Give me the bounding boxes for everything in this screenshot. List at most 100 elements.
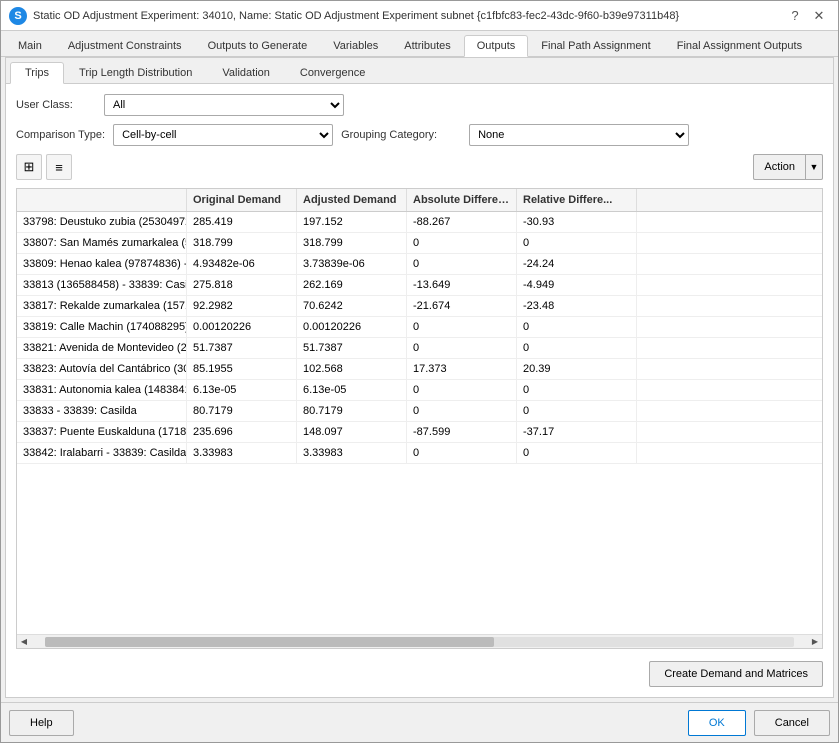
scroll-left-arrow[interactable]: ◀ [17,635,31,649]
action-button[interactable]: Action [753,154,805,180]
close-button[interactable]: ✕ [808,5,830,27]
table-cell: -24.24 [517,254,637,274]
table-row[interactable]: 33823: Autovía del Cantábrico (307656564… [17,359,822,380]
table-cell: 0 [407,317,517,337]
sub-tab-trip_length_distribution[interactable]: Trip Length Distribution [64,62,207,83]
table-cell: 0.00120226 [297,317,407,337]
table-cell: 0 [407,401,517,421]
table-cell: 0 [407,380,517,400]
table-cell: 102.568 [297,359,407,379]
help-button[interactable]: ? [784,5,806,27]
title-bar: S Static OD Adjustment Experiment: 34010… [1,1,838,31]
table-cell: 33821: Avenida de Montevideo (228294883)… [17,338,187,358]
table-cell: 33807: San Mamés zumarkalea (59466128) -… [17,233,187,253]
comparison-type-select[interactable]: Cell-by-cell [113,124,333,146]
sub-tab-convergence[interactable]: Convergence [285,62,380,83]
table-cell: 33842: Iralabarri - 33839: Casilda [17,443,187,463]
table-cell: -87.599 [407,422,517,442]
sub-tab-trips[interactable]: Trips [10,62,64,84]
table-cell: 0 [517,380,637,400]
cancel-button[interactable]: Cancel [754,710,830,736]
content-area: TripsTrip Length DistributionValidationC… [5,57,834,698]
table-header-row: Original Demand Adjusted Demand Absolute… [17,189,822,212]
table-cell: 3.73839e-06 [297,254,407,274]
table-cell: -23.48 [517,296,637,316]
data-table: Original Demand Adjusted Demand Absolute… [16,188,823,649]
action-button-group: Action ▼ [753,154,823,180]
sub-tab-bar: TripsTrip Length DistributionValidationC… [6,58,833,84]
table-cell: 6.13e-05 [297,380,407,400]
table-cell: -4.949 [517,275,637,295]
title-controls: ? ✕ [784,5,830,27]
table-scroll-area[interactable]: 33798: Deustuko zubia (25304972) - 33839… [17,212,822,634]
table-row[interactable]: 33831: Autonomia kalea (148384179) - 338… [17,380,822,401]
main-tab-final_assignment_outputs[interactable]: Final Assignment Outputs [664,35,815,56]
table-icon: ≡ [55,160,63,175]
grouping-category-select[interactable]: None [469,124,689,146]
window-title: Static OD Adjustment Experiment: 34010, … [33,10,679,22]
table-row[interactable]: 33813 (136588458) - 33839: Casilda275.81… [17,275,822,296]
h-scrollbar-thumb[interactable] [45,637,494,647]
table-row[interactable]: 33798: Deustuko zubia (25304972) - 33839… [17,212,822,233]
table-cell: 33817: Rekalde zumarkalea (157167532) - … [17,296,187,316]
table-cell: 51.7387 [297,338,407,358]
table-cell: 3.33983 [297,443,407,463]
grid-icon: ⊞ [24,159,35,175]
table-row[interactable]: 33821: Avenida de Montevideo (228294883)… [17,338,822,359]
table-row[interactable]: 33837: Puente Euskalduna (171880890) - 3… [17,422,822,443]
table-cell: 148.097 [297,422,407,442]
main-tab-outputs[interactable]: Outputs [464,35,529,57]
table-cell: -13.649 [407,275,517,295]
table-row[interactable]: 33817: Rekalde zumarkalea (157167532) - … [17,296,822,317]
ok-button[interactable]: OK [688,710,746,736]
scroll-right-arrow[interactable]: ▶ [808,635,822,649]
table-row[interactable]: 33842: Iralabarri - 33839: Casilda3.3398… [17,443,822,464]
horizontal-scrollbar[interactable]: ◀ ▶ [17,634,822,648]
table-row[interactable]: 33833 - 33839: Casilda80.717980.717900 [17,401,822,422]
table-row[interactable]: 33807: San Mamés zumarkalea (59466128) -… [17,233,822,254]
grid-view-button[interactable]: ⊞ [16,154,42,180]
table-cell: 85.1955 [187,359,297,379]
table-cell: 0.00120226 [187,317,297,337]
filter-row-user-class: User Class: All [16,94,823,116]
toolbar: ⊞ ≡ Action ▼ [16,154,823,180]
grouping-category-label: Grouping Category: [341,129,461,141]
toolbar-left: ⊞ ≡ [16,154,72,180]
main-tab-final_path_assignment[interactable]: Final Path Assignment [528,35,663,56]
h-scrollbar-track [45,637,794,647]
table-cell: 0 [407,233,517,253]
table-cell: 33831: Autonomia kalea (148384179) - 338… [17,380,187,400]
table-cell: 17.373 [407,359,517,379]
header-adjusted-demand: Adjusted Demand [297,189,407,211]
table-row[interactable]: 33819: Calle Machin (174088295) - 33839:… [17,317,822,338]
main-tab-outputs_to_generate[interactable]: Outputs to Generate [195,35,321,56]
table-cell: 33813 (136588458) - 33839: Casilda [17,275,187,295]
main-tab-adjustment_constraints[interactable]: Adjustment Constraints [55,35,195,56]
table-cell: 197.152 [297,212,407,232]
main-tab-attributes[interactable]: Attributes [391,35,463,56]
create-demand-button[interactable]: Create Demand and Matrices [649,661,823,687]
help-footer-button[interactable]: Help [9,710,74,736]
table-cell: 33819: Calle Machin (174088295) - 33839:… [17,317,187,337]
main-tab-main[interactable]: Main [5,35,55,56]
footer: Help OK Cancel [1,702,838,742]
table-cell: 92.2982 [187,296,297,316]
table-cell: 80.7179 [187,401,297,421]
table-row[interactable]: 33809: Henao kalea (97874836) - 33839: C… [17,254,822,275]
header-original-demand: Original Demand [187,189,297,211]
sub-tab-validation[interactable]: Validation [207,62,285,83]
table-cell: 262.169 [297,275,407,295]
filter-row-comparison: Comparison Type: Cell-by-cell Grouping C… [16,124,823,146]
table-cell: 80.7179 [297,401,407,421]
table-cell: 6.13e-05 [187,380,297,400]
table-cell: 0 [407,443,517,463]
table-cell: 4.93482e-06 [187,254,297,274]
table-view-button[interactable]: ≡ [46,154,72,180]
title-bar-left: S Static OD Adjustment Experiment: 34010… [9,7,679,25]
table-cell: 0 [517,443,637,463]
table-cell: 3.33983 [187,443,297,463]
user-class-select[interactable]: All [104,94,344,116]
action-dropdown-button[interactable]: ▼ [805,154,823,180]
main-tab-variables[interactable]: Variables [320,35,391,56]
table-cell: 20.39 [517,359,637,379]
